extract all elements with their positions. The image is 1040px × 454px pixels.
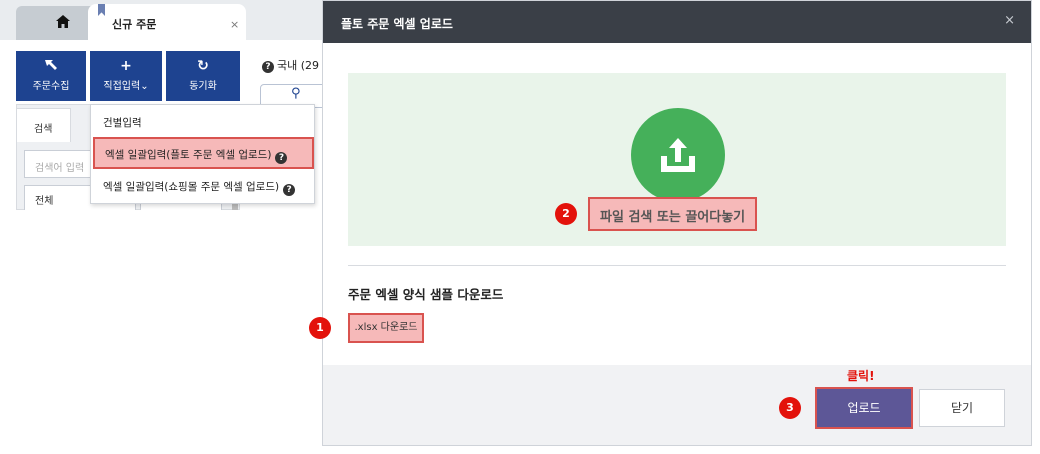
dropzone-label[interactable]: 파일 검색 또는 끌어다놓기 — [588, 197, 758, 231]
modal-footer: 클릭! 3 업로드 닫기 — [323, 365, 1031, 445]
collect-orders-label: 주문수집 — [32, 81, 70, 92]
tab-close-icon[interactable]: × — [230, 18, 239, 31]
click-hint: 클릭! — [847, 369, 875, 383]
divider — [348, 265, 1006, 266]
direct-input-menu: 건별입력 엑셀 일괄입력(플토 주문 엑셀 업로드)? 엑셀 일괄입력(쇼핑몰 … — [90, 104, 315, 204]
close-icon[interactable]: × — [1004, 13, 1015, 28]
file-dropzone[interactable]: 2 파일 검색 또는 끌어다놓기 — [348, 73, 1006, 246]
domestic-filter[interactable]: ? 국내 (29 — [262, 57, 319, 73]
close-button[interactable]: 닫기 — [919, 389, 1005, 427]
help-icon[interactable]: ? — [283, 184, 296, 196]
home-icon[interactable] — [56, 13, 70, 32]
xlsx-download-button[interactable]: .xlsx 다운로드 — [348, 313, 424, 343]
help-icon[interactable]: ? — [275, 152, 288, 164]
direct-input-label: 직접입력⌄ — [103, 81, 149, 92]
upload-icon[interactable] — [631, 108, 725, 202]
tab-new-order-label: 신규 주문 — [112, 18, 157, 31]
order-screen: 신규 주문 × 주문수집 + 직접입력⌄ ↻ 동기화 ? 국내 (29 ⚲ 검색 … — [0, 0, 322, 210]
upload-button[interactable]: 업로드 — [815, 387, 913, 429]
sync-button[interactable]: ↻ 동기화 — [166, 51, 240, 101]
collect-icon — [16, 59, 86, 73]
step-badge-3: 3 — [779, 397, 801, 419]
menu-item-label: 엑셀 일괄입력(플토 주문 엑셀 업로드) — [105, 149, 272, 161]
search-icon: ⚲ — [291, 86, 301, 101]
modal-header: 플토 주문 엑셀 업로드 × — [323, 1, 1031, 43]
collect-orders-button[interactable]: 주문수집 — [16, 51, 86, 101]
menu-item-excel-plto[interactable]: 엑셀 일괄입력(플토 주문 엑셀 업로드)? — [93, 137, 314, 169]
menu-item-excel-mall[interactable]: 엑셀 일괄입력(쇼핑몰 주문 엑셀 업로드)? — [91, 179, 316, 196]
plus-icon: + — [120, 58, 132, 74]
menu-item-label: 건별입력 — [103, 117, 142, 129]
tab-search[interactable]: 검색 — [16, 108, 71, 142]
modal-title: 플토 주문 엑셀 업로드 — [341, 17, 453, 31]
menu-item-single-input[interactable]: 건별입력 — [91, 115, 316, 130]
step-badge-2: 2 — [555, 203, 577, 225]
menu-item-label: 엑셀 일괄입력(쇼핑몰 주문 엑셀 업로드) — [103, 181, 280, 193]
sample-download-title: 주문 엑셀 양식 샘플 다운로드 — [348, 287, 504, 302]
help-icon: ? — [262, 61, 274, 73]
step-badge-1: 1 — [309, 317, 331, 339]
sync-label: 동기화 — [189, 81, 217, 92]
direct-input-button[interactable]: + 직접입력⌄ — [90, 51, 162, 101]
refresh-icon: ↻ — [197, 58, 209, 74]
domestic-label: 국내 (29 — [277, 59, 320, 72]
excel-upload-modal: 플토 주문 엑셀 업로드 × 2 파일 검색 또는 끌어다놓기 주문 엑셀 양식… — [309, 0, 1032, 446]
